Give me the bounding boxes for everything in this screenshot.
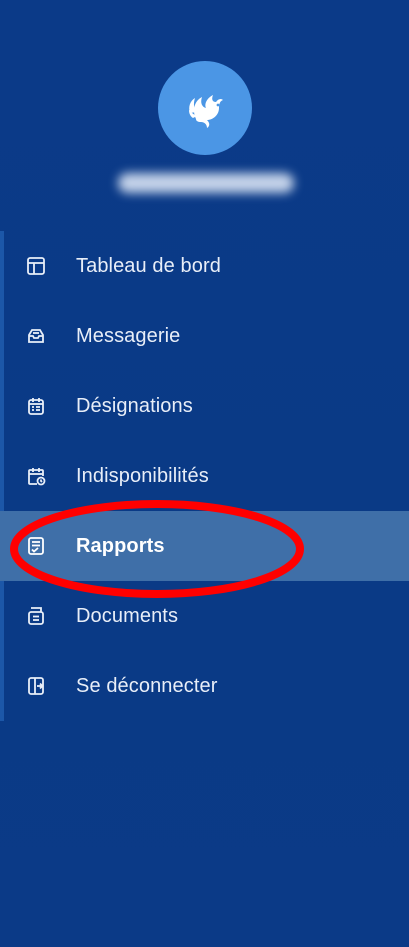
inbox-icon: [25, 325, 47, 347]
username-blurred: [118, 173, 294, 193]
sidebar-item-label: Documents: [76, 604, 179, 627]
avatar[interactable]: [158, 61, 252, 155]
sidebar-item-label: Se déconnecter: [76, 674, 218, 697]
calendar-list-icon: [25, 395, 47, 417]
sidebar-item-label: Rapports: [76, 534, 165, 557]
sidebar-item-indisponibilites[interactable]: Indisponibilités: [0, 441, 409, 511]
sidebar-item-label: Indisponibilités: [76, 464, 209, 487]
sidebar-menu: Tableau de bord Messagerie Désignations …: [0, 231, 409, 721]
sidebar-item-label: Désignations: [76, 394, 193, 417]
sidebar-item-documents[interactable]: Documents: [0, 581, 409, 651]
layout-icon: [25, 255, 47, 277]
sidebar-item-label: Messagerie: [76, 324, 181, 347]
logout-icon: [25, 675, 47, 697]
sidebar-item-designations[interactable]: Désignations: [0, 371, 409, 441]
sidebar-item-tableau-de-bord[interactable]: Tableau de bord: [0, 231, 409, 301]
sidebar-item-se-deconnecter[interactable]: Se déconnecter: [0, 651, 409, 721]
sidebar-item-rapports[interactable]: Rapports: [0, 511, 409, 581]
sidebar-item-label: Tableau de bord: [76, 254, 221, 277]
sidebar: Tableau de bord Messagerie Désignations …: [0, 0, 409, 947]
calendar-clock-icon: [25, 465, 47, 487]
rooster-logo-icon: [189, 95, 223, 128]
archive-icon: [25, 605, 47, 627]
sidebar-item-messagerie[interactable]: Messagerie: [0, 301, 409, 371]
report-icon: [25, 535, 47, 557]
